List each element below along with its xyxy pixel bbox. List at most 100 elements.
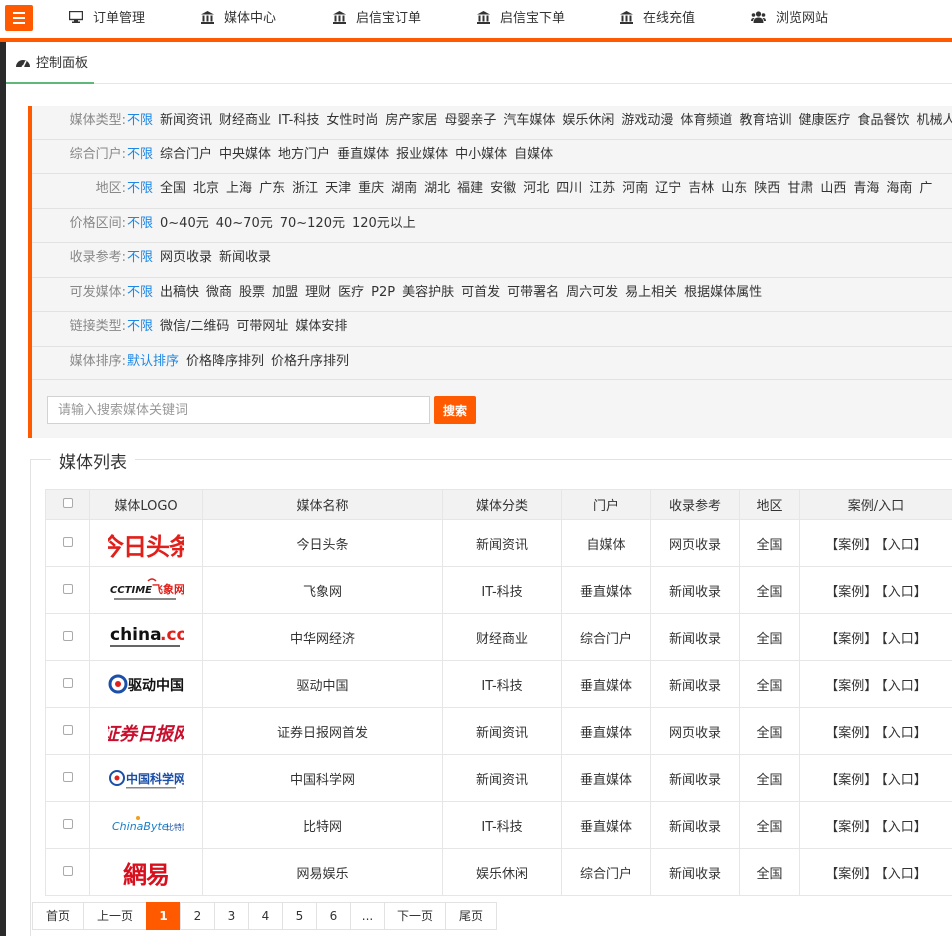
filter-option[interactable]: 河北 (523, 174, 549, 204)
filter-option[interactable]: 微信/二维码 (160, 312, 229, 342)
filter-option[interactable]: 垂直媒体 (337, 140, 389, 170)
filter-option[interactable]: 广东 (259, 174, 285, 204)
pager-button[interactable]: 首页 (32, 902, 84, 930)
filter-option[interactable]: 微商 (206, 278, 232, 308)
pager-button[interactable]: 下一页 (384, 902, 446, 930)
case-link[interactable]: 【案例】 (825, 538, 877, 553)
filter-option[interactable]: 可带网址 (236, 312, 288, 342)
filter-option[interactable]: 甘肃 (787, 174, 813, 204)
filter-option[interactable]: 北京 (193, 174, 219, 204)
filter-option[interactable]: 吉林 (688, 174, 714, 204)
filter-option[interactable]: 易上相关 (625, 278, 677, 308)
filter-option[interactable]: 辽宁 (655, 174, 681, 204)
row-checkbox[interactable] (62, 865, 73, 876)
menu-toggle-button[interactable] (5, 5, 33, 31)
row-checkbox[interactable] (62, 677, 73, 688)
filter-option[interactable]: 重庆 (358, 174, 384, 204)
filter-option[interactable]: 40~70元 (216, 209, 273, 239)
nav-item-media-center[interactable]: 媒体中心 (201, 0, 276, 38)
nav-item-qxb-orders[interactable]: 启信宝订单 (333, 0, 421, 38)
filter-option[interactable]: 机械人 (916, 106, 952, 136)
filter-option[interactable]: 媒体安排 (295, 312, 347, 342)
row-checkbox[interactable] (62, 771, 73, 782)
search-input[interactable] (47, 396, 430, 424)
filter-option[interactable]: P2P (371, 278, 395, 308)
filter-option[interactable]: 母婴亲子 (444, 106, 496, 136)
filter-option[interactable]: 不限 (127, 278, 153, 308)
row-select-cell[interactable] (45, 519, 90, 567)
filter-option[interactable]: 青海 (853, 174, 879, 204)
pager-button[interactable]: ... (350, 902, 385, 930)
filter-option[interactable]: 游戏动漫 (621, 106, 673, 136)
filter-option[interactable]: 美容护肤 (402, 278, 454, 308)
filter-option[interactable]: 河南 (622, 174, 648, 204)
filter-option[interactable]: 天津 (325, 174, 351, 204)
filter-option[interactable]: 湖南 (391, 174, 417, 204)
filter-option[interactable]: 可带署名 (507, 278, 559, 308)
entry-link[interactable]: 【入口】 (881, 632, 927, 647)
pager-button[interactable]: 2 (180, 902, 215, 930)
select-all-cell[interactable] (45, 489, 90, 520)
filter-option[interactable]: 70~120元 (280, 209, 345, 239)
nav-item-orders[interactable]: 订单管理 (69, 0, 145, 38)
filter-option[interactable]: 健康医疗 (798, 106, 850, 136)
filter-option[interactable]: 不限 (127, 140, 153, 170)
row-select-cell[interactable] (45, 707, 90, 755)
filter-option[interactable]: 报业媒体 (396, 140, 448, 170)
tab-dashboard[interactable]: 控制面板 (6, 46, 94, 84)
row-select-cell[interactable] (45, 566, 90, 614)
filter-option[interactable]: 新闻收录 (219, 243, 271, 273)
row-checkbox[interactable] (62, 724, 73, 735)
entry-link[interactable]: 【入口】 (881, 585, 927, 600)
filter-option[interactable]: 食品餐饮 (857, 106, 909, 136)
case-link[interactable]: 【案例】 (825, 867, 877, 882)
filter-option[interactable]: 福建 (457, 174, 483, 204)
entry-link[interactable]: 【入口】 (881, 773, 927, 788)
filter-option[interactable]: 娱乐休闲 (562, 106, 614, 136)
pager-button[interactable]: 5 (282, 902, 317, 930)
entry-link[interactable]: 【入口】 (881, 679, 927, 694)
filter-option[interactable]: 体育频道 (680, 106, 732, 136)
case-link[interactable]: 【案例】 (825, 773, 877, 788)
case-link[interactable]: 【案例】 (825, 679, 877, 694)
filter-option[interactable]: 医疗 (338, 278, 364, 308)
filter-option[interactable]: 浙江 (292, 174, 318, 204)
pager-button[interactable]: 6 (316, 902, 351, 930)
pager-button[interactable]: 3 (214, 902, 249, 930)
pager-button[interactable]: 上一页 (83, 902, 147, 930)
filter-option[interactable]: 不限 (127, 209, 153, 239)
filter-option[interactable]: 上海 (226, 174, 252, 204)
row-select-cell[interactable] (45, 660, 90, 708)
row-select-cell[interactable] (45, 613, 90, 661)
filter-option[interactable]: 综合门户 (160, 140, 212, 170)
case-link[interactable]: 【案例】 (825, 585, 877, 600)
pager-button[interactable]: 1 (146, 902, 181, 930)
entry-link[interactable]: 【入口】 (881, 867, 927, 882)
row-checkbox[interactable] (62, 536, 73, 547)
case-link[interactable]: 【案例】 (825, 820, 877, 835)
filter-option[interactable]: 不限 (127, 312, 153, 342)
entry-link[interactable]: 【入口】 (881, 726, 927, 741)
row-checkbox[interactable] (62, 630, 73, 641)
filter-option[interactable]: 加盟 (272, 278, 298, 308)
search-button[interactable]: 搜索 (434, 396, 476, 424)
row-select-cell[interactable] (45, 801, 90, 849)
filter-option[interactable]: 地方门户 (278, 140, 330, 170)
row-checkbox[interactable] (62, 818, 73, 829)
filter-option[interactable]: 0~40元 (160, 209, 209, 239)
filter-option[interactable]: 中小媒体 (455, 140, 507, 170)
filter-option[interactable]: 四川 (556, 174, 582, 204)
filter-option[interactable]: 全国 (160, 174, 186, 204)
filter-option[interactable]: 汽车媒体 (503, 106, 555, 136)
nav-item-recharge[interactable]: 在线充值 (620, 0, 695, 38)
nav-item-browse-site[interactable]: 浏览网站 (751, 0, 828, 38)
filter-option[interactable]: 财经商业 (219, 106, 271, 136)
filter-option[interactable]: 山西 (820, 174, 846, 204)
filter-option[interactable]: 海南 (886, 174, 912, 204)
filter-option[interactable]: 股票 (239, 278, 265, 308)
filter-option[interactable]: 山东 (721, 174, 747, 204)
filter-option[interactable]: 根据媒体属性 (684, 278, 762, 308)
filter-option[interactable]: 安徽 (490, 174, 516, 204)
filter-option[interactable]: IT-科技 (278, 106, 319, 136)
nav-item-qxb-place-order[interactable]: 启信宝下单 (477, 0, 565, 38)
